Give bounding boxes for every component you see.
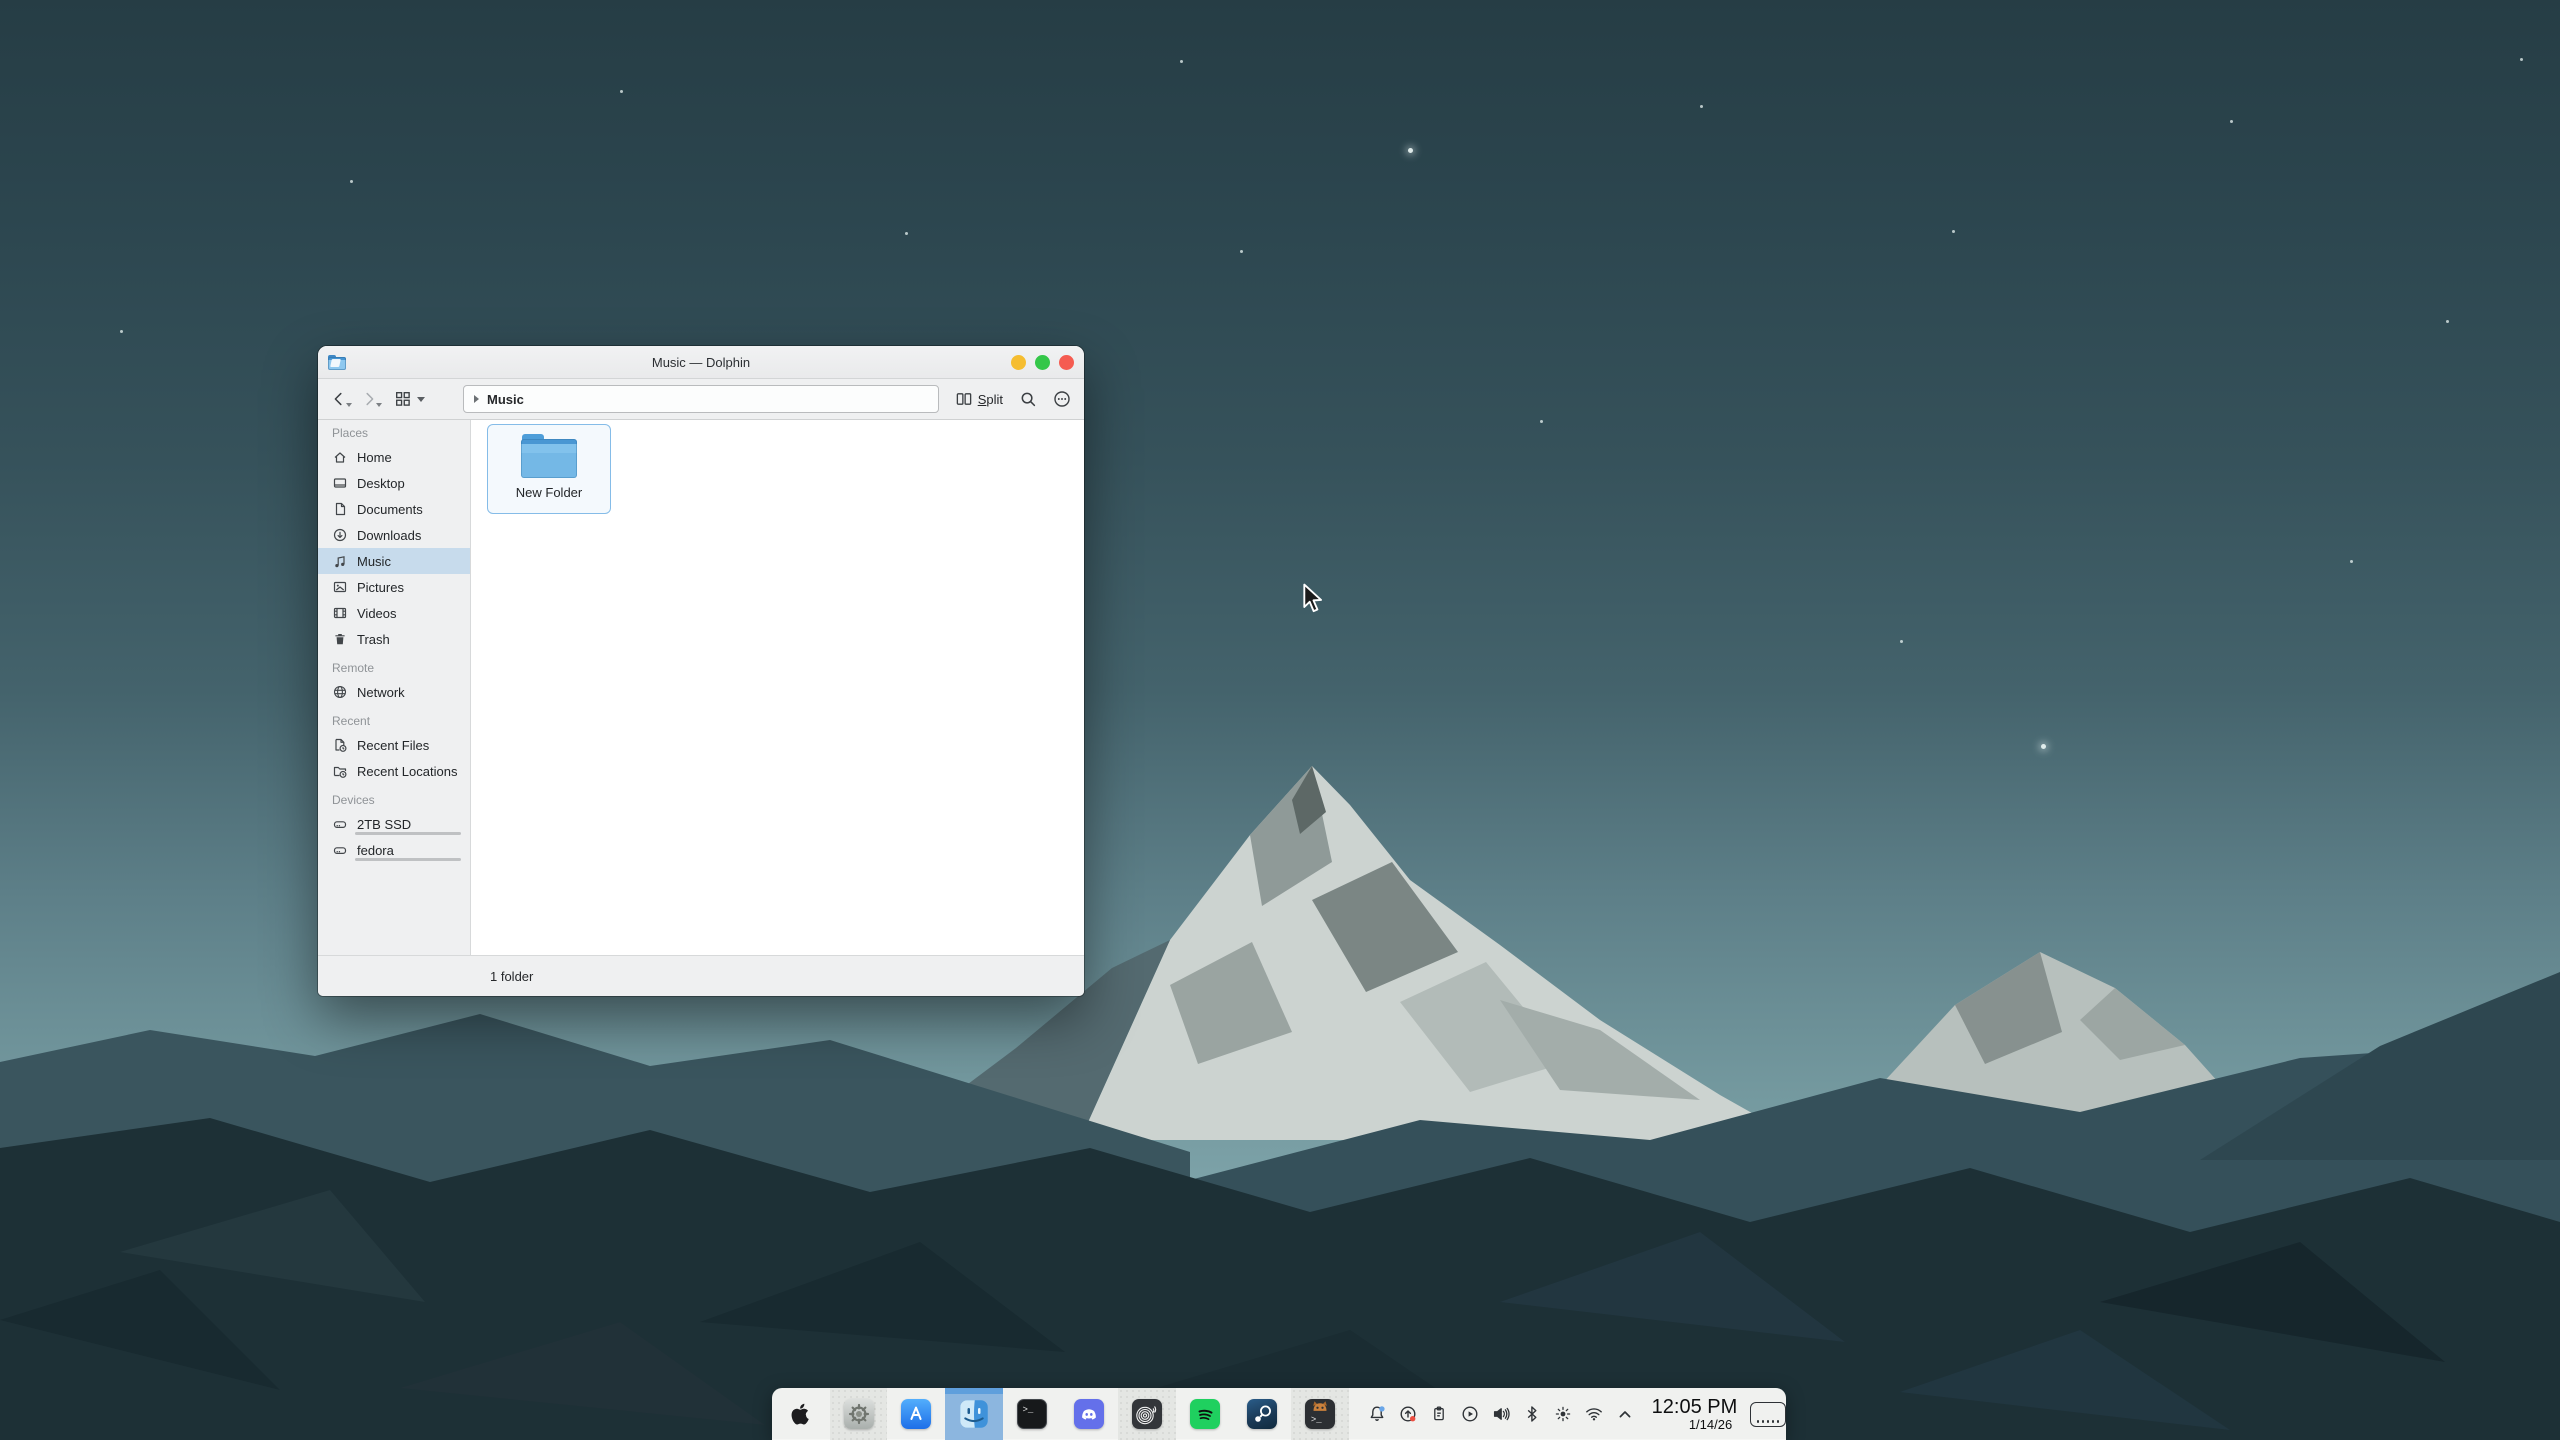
tray-expander-chevron-icon[interactable] [1615,1404,1635,1424]
sidebar-item-downloads[interactable]: Downloads [318,522,470,548]
sidebar-item-home[interactable]: Home [318,444,470,470]
kitty-terminal-icon: >_ [1305,1399,1335,1429]
view-mode-button[interactable] [394,390,425,408]
sidebar-item-documents[interactable]: Documents [318,496,470,522]
dock-app-kitty-terminal[interactable]: >_ [1291,1388,1349,1440]
sidebar-item-videos[interactable]: Videos [318,600,470,626]
sidebar-item-trash[interactable]: Trash [318,626,470,652]
steam-icon [1247,1399,1277,1429]
hard-drive-icon [332,816,348,832]
sidebar-item-network[interactable]: Network [318,679,470,705]
media-play-icon[interactable] [1460,1404,1480,1424]
music-icon [332,553,348,569]
home-icon [332,449,348,465]
virtual-keyboard-icon[interactable] [1750,1402,1786,1427]
terminal-icon: >_ [1017,1399,1047,1429]
volume-icon[interactable] [1491,1404,1511,1424]
section-places: Places [318,422,470,444]
hard-drive-icon [332,842,348,858]
spotify-icon [1190,1399,1220,1429]
pictures-icon [332,579,348,595]
split-button-label: Split [978,392,1003,407]
section-recent: Recent [318,710,470,732]
breadcrumb-root-caret-icon[interactable] [474,395,479,403]
trash-icon [332,631,348,647]
section-remote: Remote [318,657,470,679]
sidebar-item-fedora[interactable]: fedora [318,837,470,863]
clock-date: 1/14/26 [1649,1418,1740,1432]
disk-usage-bar [355,832,461,835]
finder-icon [959,1399,989,1429]
search-button[interactable] [1019,390,1038,409]
dock-app-finder[interactable] [945,1388,1003,1440]
bluetooth-icon[interactable] [1522,1404,1542,1424]
dock-app-terminal[interactable]: >_ [1003,1388,1061,1440]
dock-app-spotify[interactable] [1176,1388,1234,1440]
maximize-button[interactable] [1035,355,1050,370]
menu-button[interactable] [1052,389,1072,409]
breadcrumb-path[interactable]: Music [487,392,524,407]
app-store-icon [901,1399,931,1429]
desktop-icon [332,475,348,491]
dock-app-discord[interactable] [1060,1388,1118,1440]
speaker-rings-icon [1132,1399,1162,1429]
disk-usage-bar [355,858,461,861]
settings-gear-icon [844,1399,874,1429]
recent-locations-icon [332,763,348,779]
split-button[interactable]: Split [953,390,1005,408]
dolphin-window: Music — Dolphin Music [318,346,1084,996]
recent-files-icon [332,737,348,753]
status-bar: 1 folder [318,955,1084,996]
dock-app-easyeffects[interactable] [1118,1388,1176,1440]
document-icon [332,501,348,517]
forward-button[interactable] [360,390,382,408]
system-tray [1367,1404,1635,1424]
clock[interactable]: 12:05 PM 1/14/26 [1649,1397,1740,1432]
minimize-button[interactable] [1011,355,1026,370]
back-button[interactable] [330,390,352,408]
apple-logo-icon [788,1401,814,1427]
notifications-bell-icon[interactable] [1367,1404,1387,1424]
titlebar[interactable]: Music — Dolphin [318,346,1084,379]
ellipsis-circle-icon [1052,389,1072,409]
dock-app-system-settings[interactable] [830,1388,888,1440]
sidebar-item-2tb-ssd[interactable]: 2TB SSD [318,811,470,837]
discord-icon [1074,1399,1104,1429]
places-panel: Places Home Desktop Documents Downloads [318,420,471,955]
videos-icon [332,605,348,621]
dolphin-app-icon [328,355,346,370]
wifi-icon[interactable] [1584,1404,1604,1424]
sidebar-item-desktop[interactable]: Desktop [318,470,470,496]
window-title: Music — Dolphin [318,355,1084,370]
file-item-label: New Folder [516,485,582,500]
dock-app-steam[interactable] [1233,1388,1291,1440]
software-updates-icon[interactable] [1398,1404,1418,1424]
clock-time: 12:05 PM [1649,1397,1740,1418]
download-icon [332,527,348,543]
desktop: Music — Dolphin Music [0,0,2560,1440]
status-text: 1 folder [490,956,533,996]
grid-view-icon [394,390,412,408]
dock-app-app-store[interactable] [887,1388,945,1440]
location-bar[interactable]: Music [463,385,939,413]
dock: >_ >_ [772,1388,1786,1440]
section-devices: Devices [318,789,470,811]
toolbar: Music Split [318,379,1084,420]
network-icon [332,684,348,700]
folder-icon [521,434,577,478]
clipboard-icon[interactable] [1429,1404,1449,1424]
sidebar-item-pictures[interactable]: Pictures [318,574,470,600]
file-item-new-folder[interactable]: New Folder [487,424,611,514]
search-icon [1019,390,1038,409]
close-button[interactable] [1059,355,1074,370]
brightness-icon[interactable] [1553,1404,1573,1424]
sidebar-item-recent-locations[interactable]: Recent Locations [318,758,470,784]
sidebar-item-music[interactable]: Music [318,548,470,574]
sidebar-item-recent-files[interactable]: Recent Files [318,732,470,758]
folder-view[interactable]: New Folder [471,420,1084,955]
split-view-icon [955,390,973,408]
view-mode-caret-icon [417,397,425,402]
dock-app-apple-menu[interactable] [772,1388,830,1440]
